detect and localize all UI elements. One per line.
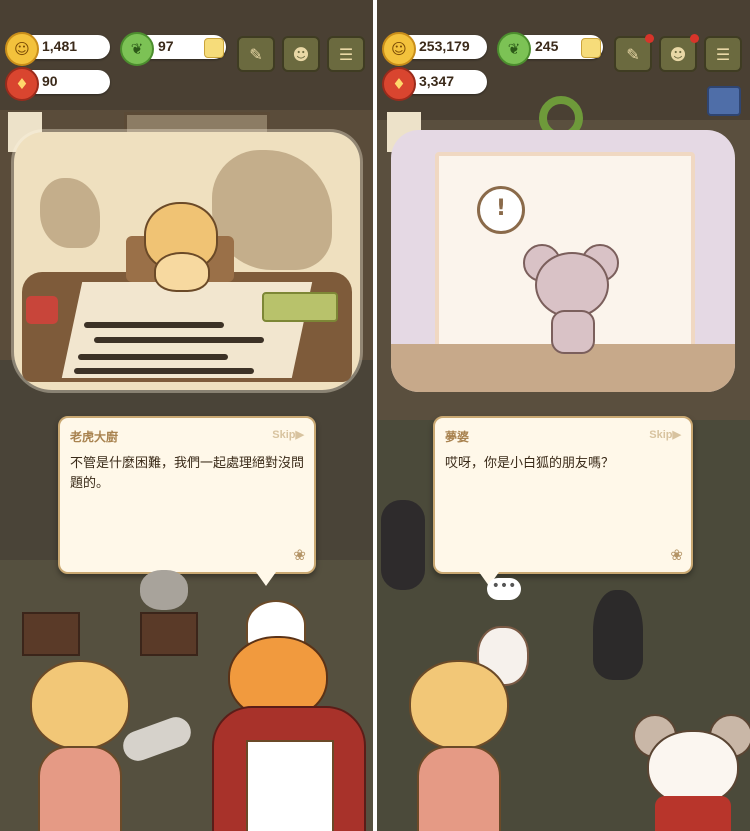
cat-coin-icon: ☺ xyxy=(382,32,416,66)
gray-cat xyxy=(140,570,188,610)
cat-coin-icon: ☺ xyxy=(5,32,39,66)
leaf-currency-icon: ❦ xyxy=(120,32,154,66)
dialog-text: 哎呀，你是小白狐的朋友嗎？ xyxy=(445,456,615,471)
add-currency-icon[interactable] xyxy=(581,38,601,58)
speaker-name: 夢婆 xyxy=(445,430,470,444)
cat-face-icon: ☻ xyxy=(669,44,687,64)
scroll-icon: ✎ xyxy=(249,44,263,64)
pouch-value: 90 xyxy=(42,73,58,89)
cutscene-illustration xyxy=(14,132,360,390)
dialog-box[interactable]: 夢婆 Skip▶ 哎呀，你是小白狐的朋友嗎？ ❀ xyxy=(433,416,693,586)
black-cat xyxy=(381,500,425,590)
scribble-line xyxy=(74,368,254,374)
serval-cat-body xyxy=(154,252,210,292)
scribble-line xyxy=(84,322,224,328)
paw-icon[interactable]: ❀ xyxy=(670,546,683,564)
add-currency-icon[interactable] xyxy=(204,38,224,58)
scroll-icon: ✎ xyxy=(626,44,640,64)
leaf-value: 97 xyxy=(158,38,174,54)
tiger-chef-character xyxy=(206,600,373,831)
speaker-name: 老虎大廚 xyxy=(70,430,119,444)
skip-button[interactable]: Skip▶ xyxy=(649,428,681,441)
serval-apron xyxy=(38,746,122,831)
mouse-grandma-head xyxy=(647,730,739,806)
menu-button[interactable]: ☰ xyxy=(327,36,365,72)
red-pouch-icon: ♦ xyxy=(382,67,416,101)
shadow-left xyxy=(40,178,100,248)
left-screen: 1,481 ☺ 97 ❦ 90 ♦ ✎ ☻ ☰ 老虎大廚 Skip▶ 不管是什麼… xyxy=(0,0,373,831)
coin-value: 253,179 xyxy=(419,38,470,54)
menu-button[interactable]: ☰ xyxy=(704,36,742,72)
list-icon: ☰ xyxy=(715,44,731,64)
serval-head xyxy=(30,660,130,750)
pouch-value: 3,347 xyxy=(419,73,455,89)
typing-bubble: ••• xyxy=(487,578,521,600)
notification-dot xyxy=(690,34,699,43)
serval-character xyxy=(18,650,138,831)
recipe-button[interactable]: ✎ xyxy=(237,36,275,72)
cat-button[interactable]: ☻ xyxy=(282,36,320,72)
scribble-line xyxy=(78,354,228,360)
mouse-grandma-character xyxy=(633,700,750,831)
dialog-tail xyxy=(256,572,276,586)
notification-dot xyxy=(645,34,654,43)
table xyxy=(140,612,198,656)
serval-apron xyxy=(417,746,501,831)
cat-button[interactable]: ☻ xyxy=(659,34,699,72)
mouse-character xyxy=(535,252,609,318)
coin-value: 1,481 xyxy=(42,38,78,54)
red-scarf xyxy=(655,796,731,831)
paw-icon[interactable]: ❀ xyxy=(293,546,306,564)
book xyxy=(262,292,338,322)
leaf-currency-icon: ❦ xyxy=(497,32,531,66)
tiger-apron xyxy=(246,740,334,831)
exclamation-icon: ! xyxy=(477,186,525,234)
right-screen: 253,179 ☺ 245 ❦ 3,347 ♦ ✎ ☻ ☰ ! 夢婆 Skip▶… xyxy=(377,0,750,831)
map-icon[interactable] xyxy=(707,86,741,116)
cat-face-icon: ☻ xyxy=(292,44,310,64)
scribble-line xyxy=(94,337,264,343)
serval-character xyxy=(397,650,517,831)
red-pouch-icon: ♦ xyxy=(5,67,39,101)
dialog-box[interactable]: 老虎大廚 Skip▶ 不管是什麼困難，我們一起處理絕對沒問題的。 ❀ xyxy=(58,416,316,586)
leaf-value: 245 xyxy=(535,38,559,54)
dialog-text: 不管是什麼困難，我們一起處理絕對沒問題的。 xyxy=(70,456,305,491)
skip-button[interactable]: Skip▶ xyxy=(272,428,304,441)
stamp xyxy=(26,296,58,324)
cutscene-illustration: ! xyxy=(391,130,735,392)
serval-head xyxy=(409,660,509,750)
black-swan xyxy=(593,590,643,680)
mouse-body xyxy=(551,310,595,354)
recipe-button[interactable]: ✎ xyxy=(614,34,654,72)
list-icon: ☰ xyxy=(338,44,354,64)
